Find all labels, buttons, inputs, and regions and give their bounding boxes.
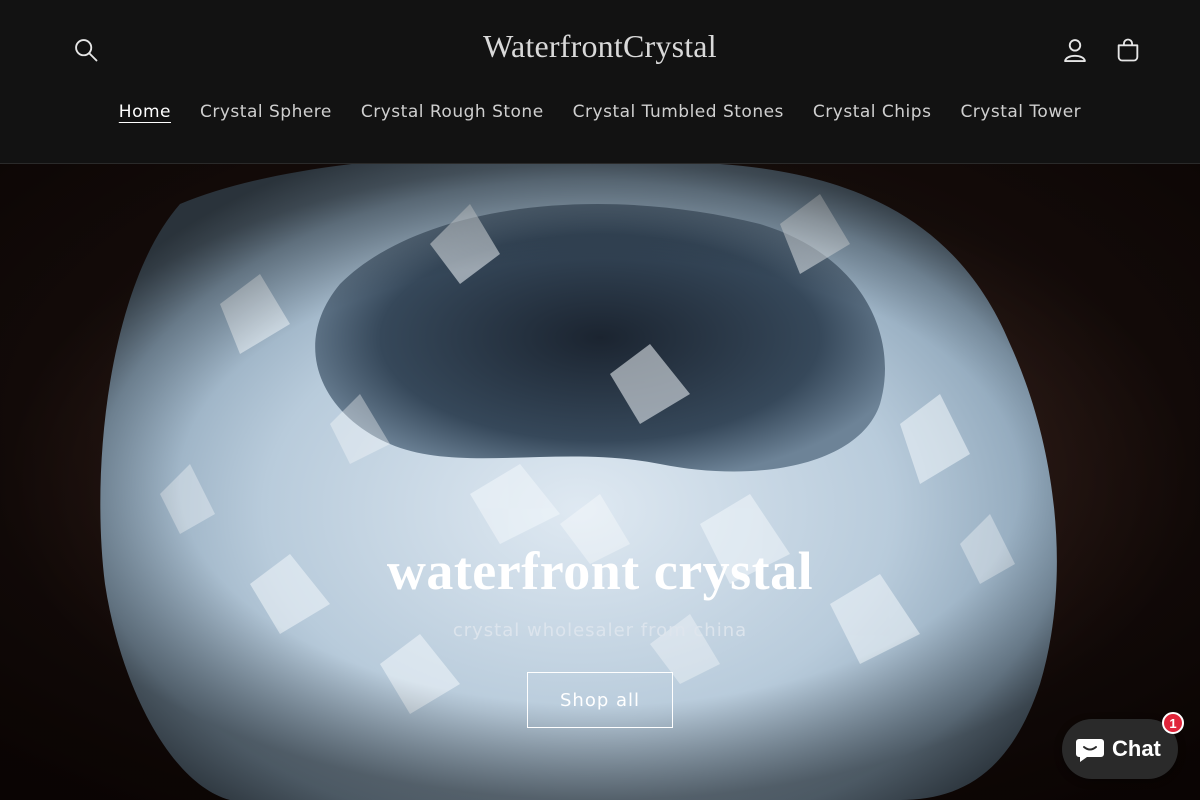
nav-item-crystal-tumbled-stones[interactable]: Crystal Tumbled Stones — [558, 100, 798, 124]
hero-subtitle: crystal wholesaler from china — [452, 620, 748, 641]
chat-notification-badge: 1 — [1162, 712, 1184, 734]
account-button[interactable] — [1053, 28, 1097, 72]
hero-title: waterfront crystal — [386, 541, 814, 601]
site-header: WaterfrontCrystal Home Crystal Sphere Cr… — [0, 0, 1200, 164]
site-brand[interactable]: WaterfrontCrystal — [0, 28, 1200, 65]
hero-banner: waterfront crystal crystal wholesaler fr… — [0, 164, 1200, 800]
shop-all-button[interactable]: Shop all — [527, 672, 673, 728]
main-nav: Home Crystal Sphere Crystal Rough Stone … — [0, 100, 1200, 124]
cart-icon — [1117, 38, 1139, 62]
nav-item-crystal-rough-stone[interactable]: Crystal Rough Stone — [346, 100, 558, 124]
nav-item-crystal-chips[interactable]: Crystal Chips — [798, 100, 946, 124]
chat-widget-button[interactable]: Chat — [1062, 719, 1178, 779]
cart-button[interactable] — [1106, 28, 1150, 72]
account-icon — [1064, 39, 1086, 63]
nav-item-home[interactable]: Home — [104, 100, 185, 124]
nav-item-crystal-tower[interactable]: Crystal Tower — [946, 100, 1096, 124]
chat-label: Chat — [1112, 736, 1161, 761]
nav-item-crystal-sphere[interactable]: Crystal Sphere — [186, 100, 347, 124]
chat-bubble-icon — [1076, 739, 1104, 762]
